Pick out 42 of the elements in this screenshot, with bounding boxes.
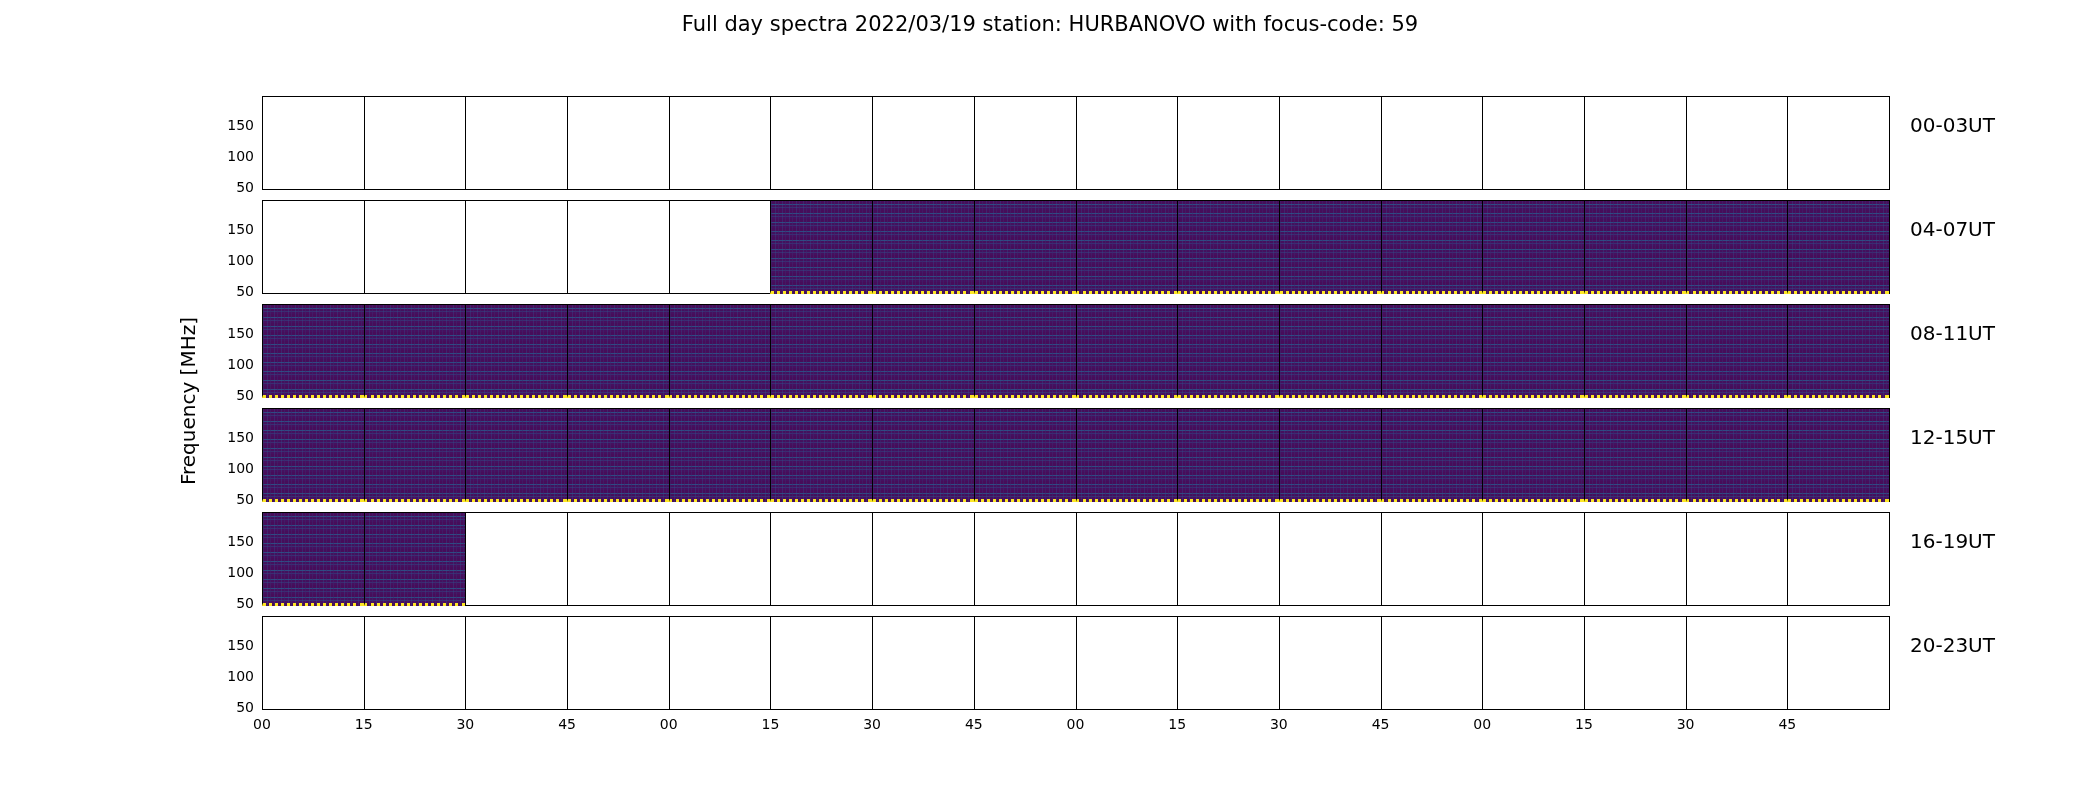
tick-label: 00 — [253, 716, 271, 732]
tick-label: 45 — [964, 716, 983, 732]
row-label: 00-03UT — [1910, 112, 1995, 139]
tick-label: 15 — [761, 716, 780, 732]
row-label: 12-15UT — [1910, 424, 1995, 451]
figure-title: Full day spectra 2022/03/19 station: HURBANOVO with focus-code: 59 — [680, 11, 1420, 38]
tick-label: 00 — [1066, 716, 1085, 732]
axis-label: Frequency [MHz] — [176, 316, 200, 486]
row-label: 08-11UT — [1910, 320, 1995, 347]
tick-label: 30 — [1676, 716, 1695, 732]
tick-label: 100 — [227, 565, 254, 580]
tick-label: 150 — [227, 534, 254, 549]
tick-label: 50 — [236, 284, 254, 299]
tick-label: 150 — [227, 118, 254, 133]
tick-label: 30 — [1269, 716, 1288, 732]
tick-label: 30 — [863, 716, 882, 732]
tick-label: 100 — [227, 669, 254, 684]
tick-label: 50 — [236, 596, 254, 611]
tick-label: 45 — [558, 716, 576, 732]
tick-label: 100 — [227, 461, 254, 476]
tick-label: 100 — [227, 253, 254, 268]
tick-label: 00 — [659, 716, 678, 732]
tick-label: 150 — [227, 222, 254, 237]
tick-label: 15 — [354, 716, 373, 732]
tick-label: 150 — [227, 326, 254, 341]
tick-label: 50 — [236, 180, 254, 195]
tick-label: 45 — [1778, 716, 1797, 732]
tick-label: 45 — [1371, 716, 1390, 732]
row-label: 16-19UT — [1910, 528, 1995, 555]
tick-label: 30 — [456, 716, 475, 732]
tick-label: 15 — [1575, 716, 1593, 732]
tick-label: 150 — [227, 638, 254, 653]
row-label: 20-23UT — [1910, 632, 1995, 659]
tick-label: 150 — [227, 430, 254, 445]
tick-label: 50 — [236, 492, 254, 507]
tick-label: 15 — [1168, 716, 1187, 732]
tick-label: 00 — [1473, 716, 1492, 732]
tick-label: 100 — [227, 357, 254, 372]
row-label: 04-07UT — [1910, 216, 1995, 243]
tick-label: 100 — [227, 149, 254, 164]
tick-label: 50 — [236, 388, 254, 403]
tick-label: 50 — [236, 700, 254, 715]
